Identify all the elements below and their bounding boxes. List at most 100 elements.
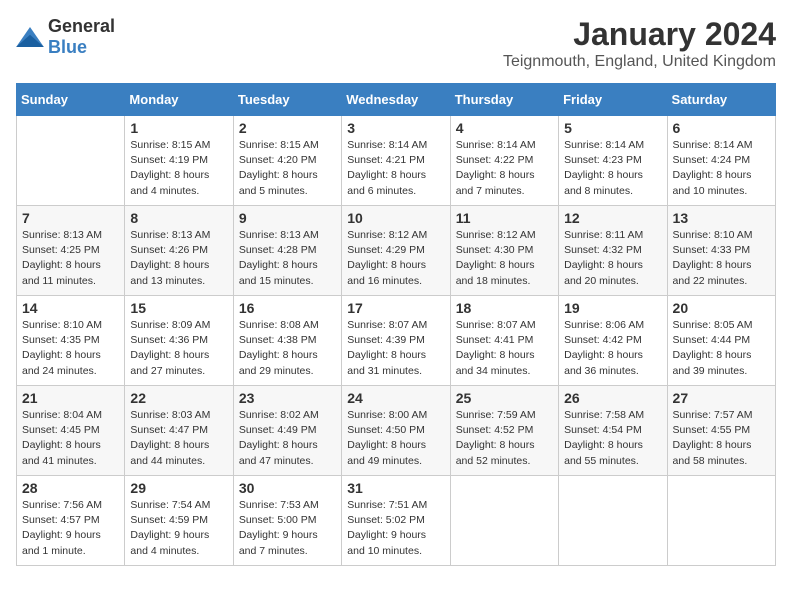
cell-info: Sunrise: 8:11 AM Sunset: 4:32 PM Dayligh… xyxy=(564,228,661,289)
day-number: 20 xyxy=(673,300,770,316)
calendar-cell: 29Sunrise: 7:54 AM Sunset: 4:59 PM Dayli… xyxy=(125,476,233,566)
calendar-cell xyxy=(450,476,558,566)
day-number: 3 xyxy=(347,120,444,136)
cell-info: Sunrise: 8:14 AM Sunset: 4:24 PM Dayligh… xyxy=(673,138,770,199)
day-number: 9 xyxy=(239,210,336,226)
calendar-cell: 16Sunrise: 8:08 AM Sunset: 4:38 PM Dayli… xyxy=(233,296,341,386)
calendar-cell: 31 Sunrise: 7:51 AM Sunset: 5:02 PM Dayli… xyxy=(342,476,450,566)
location-title: Teignmouth, England, United Kingdom xyxy=(503,53,776,71)
day-header-saturday: Saturday xyxy=(667,84,775,116)
calendar-cell: 20 Sunrise: 8:05 AM Sunset: 4:44 PM Dayli… xyxy=(667,296,775,386)
calendar-week-4: 21Sunrise: 8:04 AM Sunset: 4:45 PM Dayli… xyxy=(17,386,776,476)
cell-info: Sunrise: 7:51 AM Sunset: 5:02 PM Dayligh… xyxy=(347,498,444,559)
calendar-cell: 8 Sunrise: 8:13 AM Sunset: 4:26 PM Daylig… xyxy=(125,206,233,296)
cell-info: Sunrise: 7:53 AM Sunset: 5:00 PM Dayligh… xyxy=(239,498,336,559)
calendar-cell: 27 Sunrise: 7:57 AM Sunset: 4:55 PM Dayli… xyxy=(667,386,775,476)
header: General Blue January 2024 Teignmouth, En… xyxy=(16,16,776,71)
calendar-week-1: 1Sunrise: 8:15 AM Sunset: 4:19 PM Daylig… xyxy=(17,116,776,206)
cell-info: Sunrise: 8:14 AM Sunset: 4:23 PM Dayligh… xyxy=(564,138,661,199)
day-header-wednesday: Wednesday xyxy=(342,84,450,116)
cell-info: Sunrise: 8:05 AM Sunset: 4:44 PM Dayligh… xyxy=(673,318,770,379)
cell-info: Sunrise: 8:00 AM Sunset: 4:50 PM Dayligh… xyxy=(347,408,444,469)
day-number: 14 xyxy=(22,300,119,316)
calendar-week-2: 7 Sunrise: 8:13 AM Sunset: 4:25 PM Daylig… xyxy=(17,206,776,296)
logo-general: General xyxy=(48,16,115,36)
day-number: 13 xyxy=(673,210,770,226)
day-number: 6 xyxy=(673,120,770,136)
calendar-cell: 10 Sunrise: 8:12 AM Sunset: 4:29 PM Dayli… xyxy=(342,206,450,296)
calendar-cell: 6 Sunrise: 8:14 AM Sunset: 4:24 PM Daylig… xyxy=(667,116,775,206)
calendar-cell: 12 Sunrise: 8:11 AM Sunset: 4:32 PM Dayli… xyxy=(559,206,667,296)
calendar-header-row: SundayMondayTuesdayWednesdayThursdayFrid… xyxy=(17,84,776,116)
day-number: 16 xyxy=(239,300,336,316)
day-number: 15 xyxy=(130,300,227,316)
day-number: 26 xyxy=(564,390,661,406)
day-header-thursday: Thursday xyxy=(450,84,558,116)
calendar-cell: 15 Sunrise: 8:09 AM Sunset: 4:36 PM Dayli… xyxy=(125,296,233,386)
cell-info: Sunrise: 8:10 AM Sunset: 4:33 PM Dayligh… xyxy=(673,228,770,289)
cell-info: Sunrise: 8:03 AM Sunset: 4:47 PM Dayligh… xyxy=(130,408,227,469)
day-number: 2 xyxy=(239,120,336,136)
calendar-cell xyxy=(17,116,125,206)
calendar-cell: 19Sunrise: 8:06 AM Sunset: 4:42 PM Dayli… xyxy=(559,296,667,386)
day-header-sunday: Sunday xyxy=(17,84,125,116)
day-number: 10 xyxy=(347,210,444,226)
calendar-cell: 26 Sunrise: 7:58 AM Sunset: 4:54 PM Dayli… xyxy=(559,386,667,476)
day-number: 7 xyxy=(22,210,119,226)
day-header-friday: Friday xyxy=(559,84,667,116)
calendar-cell: 1Sunrise: 8:15 AM Sunset: 4:19 PM Daylig… xyxy=(125,116,233,206)
calendar-cell: 25 Sunrise: 7:59 AM Sunset: 4:52 PM Dayli… xyxy=(450,386,558,476)
day-number: 29 xyxy=(130,480,227,496)
cell-info: Sunrise: 8:07 AM Sunset: 4:41 PM Dayligh… xyxy=(456,318,553,379)
calendar-cell: 9 Sunrise: 8:13 AM Sunset: 4:28 PM Daylig… xyxy=(233,206,341,296)
cell-info: Sunrise: 8:13 AM Sunset: 4:26 PM Dayligh… xyxy=(130,228,227,289)
calendar-week-5: 28 Sunrise: 7:56 AM Sunset: 4:57 PM Dayli… xyxy=(17,476,776,566)
cell-info: Sunrise: 7:57 AM Sunset: 4:55 PM Dayligh… xyxy=(673,408,770,469)
day-number: 24 xyxy=(347,390,444,406)
cell-info: Sunrise: 8:09 AM Sunset: 4:36 PM Dayligh… xyxy=(130,318,227,379)
cell-info: Sunrise: 8:15 AM Sunset: 4:20 PM Dayligh… xyxy=(239,138,336,199)
day-number: 12 xyxy=(564,210,661,226)
title-area: January 2024 Teignmouth, England, United… xyxy=(503,16,776,71)
calendar-cell: 4Sunrise: 8:14 AM Sunset: 4:22 PM Daylig… xyxy=(450,116,558,206)
day-number: 18 xyxy=(456,300,553,316)
day-number: 22 xyxy=(130,390,227,406)
day-number: 28 xyxy=(22,480,119,496)
calendar-cell: 21Sunrise: 8:04 AM Sunset: 4:45 PM Dayli… xyxy=(17,386,125,476)
calendar-cell: 23Sunrise: 8:02 AM Sunset: 4:49 PM Dayli… xyxy=(233,386,341,476)
day-number: 5 xyxy=(564,120,661,136)
calendar-cell: 3Sunrise: 8:14 AM Sunset: 4:21 PM Daylig… xyxy=(342,116,450,206)
cell-info: Sunrise: 8:04 AM Sunset: 4:45 PM Dayligh… xyxy=(22,408,119,469)
cell-info: Sunrise: 8:14 AM Sunset: 4:22 PM Dayligh… xyxy=(456,138,553,199)
day-number: 8 xyxy=(130,210,227,226)
cell-info: Sunrise: 7:58 AM Sunset: 4:54 PM Dayligh… xyxy=(564,408,661,469)
day-number: 17 xyxy=(347,300,444,316)
month-title: January 2024 xyxy=(503,16,776,53)
day-header-monday: Monday xyxy=(125,84,233,116)
calendar-body: 1Sunrise: 8:15 AM Sunset: 4:19 PM Daylig… xyxy=(17,116,776,566)
day-number: 31 xyxy=(347,480,444,496)
calendar-cell xyxy=(667,476,775,566)
calendar-table: SundayMondayTuesdayWednesdayThursdayFrid… xyxy=(16,83,776,566)
cell-info: Sunrise: 8:12 AM Sunset: 4:29 PM Dayligh… xyxy=(347,228,444,289)
logo-icon xyxy=(16,27,44,47)
day-number: 19 xyxy=(564,300,661,316)
calendar-cell: 5 Sunrise: 8:14 AM Sunset: 4:23 PM Daylig… xyxy=(559,116,667,206)
logo-text: General Blue xyxy=(48,16,115,58)
cell-info: Sunrise: 8:13 AM Sunset: 4:28 PM Dayligh… xyxy=(239,228,336,289)
day-header-tuesday: Tuesday xyxy=(233,84,341,116)
calendar-cell: 13 Sunrise: 8:10 AM Sunset: 4:33 PM Dayli… xyxy=(667,206,775,296)
cell-info: Sunrise: 7:56 AM Sunset: 4:57 PM Dayligh… xyxy=(22,498,119,559)
cell-info: Sunrise: 7:59 AM Sunset: 4:52 PM Dayligh… xyxy=(456,408,553,469)
calendar-cell xyxy=(559,476,667,566)
day-number: 1 xyxy=(130,120,227,136)
day-number: 27 xyxy=(673,390,770,406)
calendar-cell: 2 Sunrise: 8:15 AM Sunset: 4:20 PM Daylig… xyxy=(233,116,341,206)
calendar-cell: 22 Sunrise: 8:03 AM Sunset: 4:47 PM Dayli… xyxy=(125,386,233,476)
calendar-cell: 30Sunrise: 7:53 AM Sunset: 5:00 PM Dayli… xyxy=(233,476,341,566)
cell-info: Sunrise: 8:12 AM Sunset: 4:30 PM Dayligh… xyxy=(456,228,553,289)
day-number: 25 xyxy=(456,390,553,406)
calendar-week-3: 14Sunrise: 8:10 AM Sunset: 4:35 PM Dayli… xyxy=(17,296,776,386)
calendar-cell: 18 Sunrise: 8:07 AM Sunset: 4:41 PM Dayli… xyxy=(450,296,558,386)
cell-info: Sunrise: 8:13 AM Sunset: 4:25 PM Dayligh… xyxy=(22,228,119,289)
